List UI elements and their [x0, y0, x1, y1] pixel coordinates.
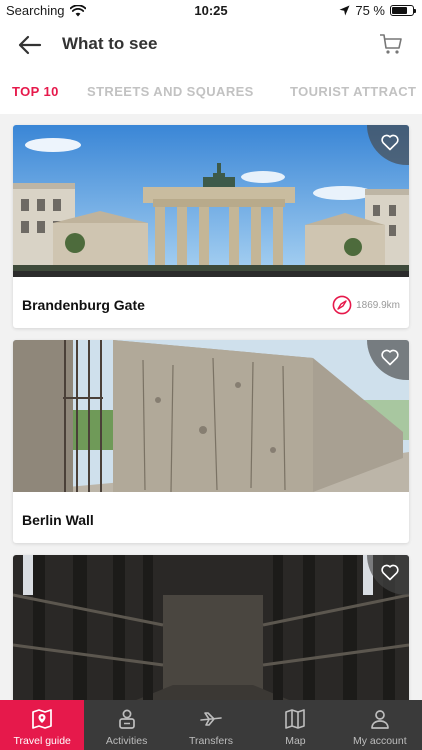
- cart-button[interactable]: [378, 31, 404, 57]
- card-title: Brandenburg Gate: [22, 297, 145, 313]
- tab-streets-and-squares[interactable]: STREETS AND SQUARES: [87, 84, 254, 99]
- distance-indicator: 1869.9km: [332, 295, 400, 315]
- heart-icon: [381, 349, 399, 366]
- brandenburg-gate-photo: [13, 125, 409, 277]
- nav-label: My account: [352, 735, 407, 747]
- bottom-nav: Travel guide Activities Transfers Map My…: [0, 700, 422, 750]
- distance-label: 1869.9km: [356, 299, 400, 311]
- battery-icon: [390, 5, 416, 16]
- person-badge-icon: [118, 709, 135, 729]
- nav-label: Map: [285, 735, 306, 747]
- plane-icon: [200, 712, 222, 726]
- nav-label: Activities: [105, 735, 148, 747]
- berlin-wall-photo: [13, 340, 409, 492]
- tab-top-10[interactable]: TOP 10: [12, 84, 59, 99]
- map-icon: [285, 709, 306, 729]
- category-tabs: TOP 10 STREETS AND SQUARES TOURIST ATTRA…: [0, 68, 422, 114]
- arrow-left-icon: [18, 35, 42, 55]
- map-book-icon: [32, 709, 53, 729]
- compass-icon: [332, 295, 352, 315]
- location-arrow-icon: [339, 5, 350, 16]
- nav-label: Transfers: [189, 735, 233, 747]
- nav-label: Travel guide: [13, 735, 71, 747]
- nav-travel-guide[interactable]: Travel guide: [0, 700, 85, 750]
- battery-fill: [392, 7, 407, 14]
- tab-tourist-attractions[interactable]: TOURIST ATTRACT: [290, 84, 416, 99]
- heart-icon: [381, 134, 399, 151]
- nav-map[interactable]: Map: [253, 700, 337, 750]
- app-header: What to see: [0, 22, 422, 68]
- heart-icon: [381, 564, 399, 581]
- card-title: Berlin Wall: [22, 512, 94, 528]
- nav-my-account[interactable]: My account: [338, 700, 422, 750]
- place-card[interactable]: Berlin Wall: [13, 340, 409, 543]
- cart-icon: [380, 34, 402, 54]
- nav-activities[interactable]: Activities: [84, 700, 168, 750]
- status-bar: Searching 10:25 75 %: [0, 0, 422, 22]
- back-button[interactable]: [16, 31, 44, 59]
- user-icon: [370, 710, 389, 729]
- status-right: 75 %: [339, 3, 416, 18]
- nav-transfers[interactable]: Transfers: [169, 700, 253, 750]
- battery-label: 75 %: [355, 3, 385, 18]
- page-title: What to see: [62, 34, 158, 53]
- place-card[interactable]: Brandenburg Gate 1869.9km: [13, 125, 409, 328]
